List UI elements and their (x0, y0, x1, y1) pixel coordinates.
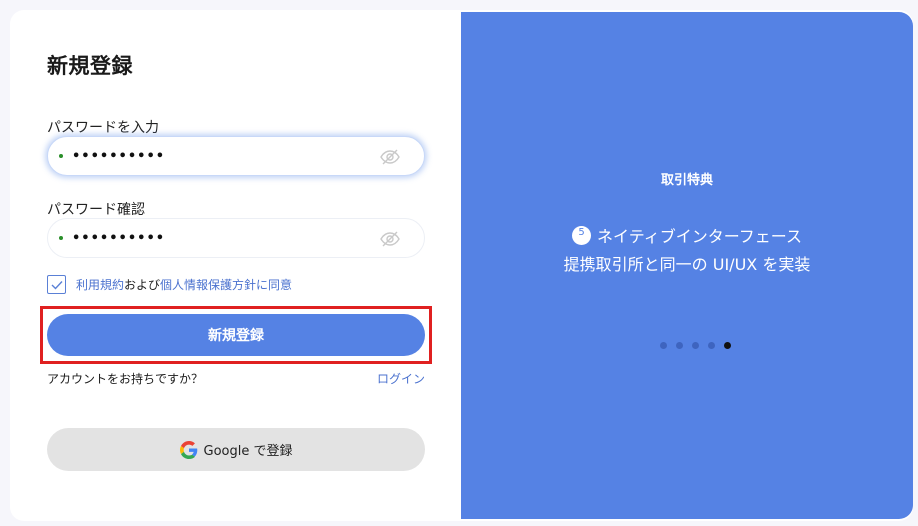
promo-panel: 取引特典 5 ネイティブインターフェース 提携取引所と同一の UI/UX を実装 (461, 12, 913, 519)
number-badge: 5 (572, 225, 592, 245)
agree-conjunction: および (124, 278, 161, 292)
google-icon (179, 440, 197, 459)
agree-suffix: に同意 (256, 278, 293, 292)
carousel-dots (660, 342, 731, 349)
password-field[interactable] (47, 136, 425, 176)
input-indicator (59, 236, 63, 240)
confirm-password-label: パスワード確認 (47, 202, 145, 218)
promo-feature-description: 提携取引所と同一の UI/UX を実装 (563, 255, 811, 274)
eye-off-icon[interactable] (380, 230, 400, 248)
confirm-password-input[interactable] (72, 230, 322, 246)
login-link[interactable]: ログイン (377, 370, 425, 387)
carousel-dot[interactable] (676, 342, 683, 349)
signup-card: 新規登録 パスワードを入力 パスワード確認 (10, 10, 913, 521)
promo-feature-line1: 5 ネイティブインターフェース (461, 223, 913, 247)
carousel-dot[interactable] (724, 342, 731, 349)
google-signup-button[interactable]: Google で登録 (47, 428, 425, 471)
signup-form-panel: 新規登録 パスワードを入力 パスワード確認 (10, 10, 461, 521)
carousel-dot[interactable] (660, 342, 667, 349)
password-label: パスワードを入力 (47, 120, 159, 136)
privacy-policy-link[interactable]: 個人情報保護方針 (160, 276, 256, 293)
has-account-text: アカウントをお持ちですか？ (47, 372, 204, 386)
carousel-dot[interactable] (692, 342, 699, 349)
agree-checkbox[interactable] (47, 275, 66, 294)
agreement-row: 利用規約 および 個人情報保護方針 に同意 (47, 275, 292, 294)
input-indicator (59, 154, 63, 158)
carousel-dot[interactable] (708, 342, 715, 349)
promo-feature-title: ネイティブインターフェース (597, 227, 802, 246)
account-row: アカウントをお持ちですか？ ログイン (47, 370, 425, 387)
check-icon (51, 280, 63, 290)
confirm-password-field[interactable] (47, 218, 425, 258)
page-title: 新規登録 (47, 54, 133, 78)
promo-heading: 取引特典 (660, 173, 713, 188)
eye-off-icon[interactable] (380, 148, 400, 166)
highlight-box (40, 306, 432, 364)
password-input[interactable] (72, 148, 322, 164)
terms-link[interactable]: 利用規約 (76, 276, 124, 293)
google-button-label: Google で登録 (203, 444, 293, 459)
